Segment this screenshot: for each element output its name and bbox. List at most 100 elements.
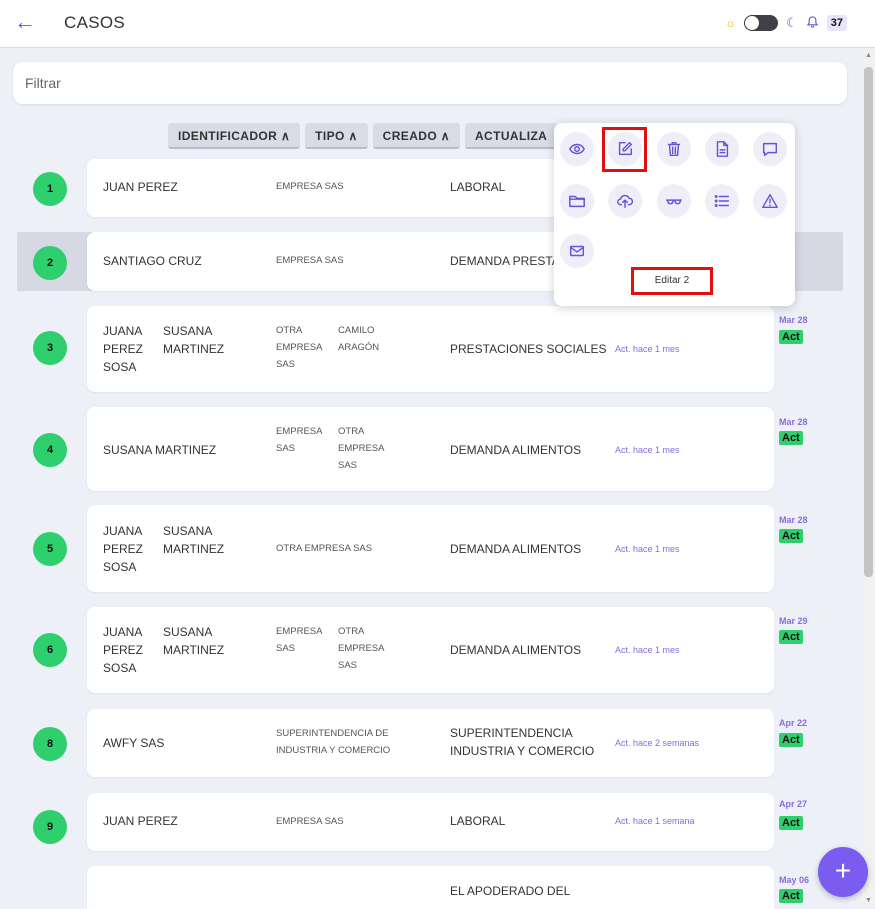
client-name: JUAN PEREZ bbox=[103, 180, 178, 194]
case-type: DEMANDA ALIMENTOS bbox=[450, 643, 582, 657]
sort-label: CREADO bbox=[382, 129, 438, 143]
eye-icon[interactable] bbox=[560, 132, 594, 166]
act-badge[interactable]: Act bbox=[779, 330, 803, 344]
toggle-knob bbox=[745, 16, 760, 30]
company-names: OTRA EMPRESA SAS CAMILO ARAGÓN bbox=[276, 322, 386, 373]
client-name: AWFY SAS bbox=[103, 736, 165, 750]
act-badge[interactable]: Act bbox=[779, 733, 803, 747]
case-type: PRESTACIONES SOCIALES bbox=[450, 342, 607, 356]
sort-creado-button[interactable]: CREADO ∧ bbox=[372, 123, 460, 149]
company-name: EMPRESA SAS bbox=[276, 816, 344, 827]
chat-icon[interactable] bbox=[753, 132, 787, 166]
case-card[interactable]: JUANA PEREZ SOSA SUSANA MARTINEZ OTRA EM… bbox=[87, 505, 774, 592]
case-number: 3 bbox=[33, 331, 67, 365]
sort-bar: IDENTIFICADOR ∧ TIPO ∧ CREADO ∧ ACTUALIZ… bbox=[168, 123, 558, 149]
glasses-icon[interactable] bbox=[657, 184, 691, 218]
back-arrow-icon[interactable]: ← bbox=[14, 10, 36, 34]
row-actions-popup: Editar 2 bbox=[554, 123, 795, 306]
case-number: 9 bbox=[33, 810, 67, 844]
created-date: Apr 27 bbox=[779, 799, 808, 809]
company-name: OTRA EMPRESA SAS bbox=[276, 543, 373, 554]
case-card[interactable]: EL APODERADO DEL bbox=[87, 866, 774, 909]
case-type: EL APODERADO DEL bbox=[450, 884, 571, 898]
sort-identificador-button[interactable]: IDENTIFICADOR ∧ bbox=[168, 123, 301, 149]
add-case-button[interactable]: + bbox=[818, 847, 868, 897]
moon-icon: ☾ bbox=[786, 15, 798, 30]
act-badge[interactable]: Act bbox=[779, 529, 803, 543]
sort-label: ACTUALIZA bbox=[474, 129, 548, 143]
sort-label: IDENTIFICADOR bbox=[178, 129, 278, 143]
company-name: EMPRESA SAS bbox=[276, 426, 322, 454]
case-type: LABORAL bbox=[450, 814, 506, 828]
page-title: CASOS bbox=[64, 13, 126, 32]
bell-icon[interactable] bbox=[806, 15, 819, 32]
client-name: SUSANA MARTINEZ bbox=[163, 524, 225, 556]
sort-label: TIPO bbox=[315, 129, 345, 143]
filter-input[interactable]: Filtrar bbox=[13, 62, 847, 104]
updated-text: Act. hace 1 mes bbox=[615, 544, 680, 554]
company-name: SUPERINTENDENCIA DE INDUSTRIA Y COMERCIO bbox=[276, 728, 391, 756]
sort-arrow-icon: ∧ bbox=[440, 129, 450, 143]
case-card[interactable]: SUSANA MARTINEZ EMPRESA SAS OTRA EMPRESA… bbox=[87, 407, 774, 491]
scroll-up-icon[interactable]: ▲ bbox=[865, 52, 872, 59]
case-card[interactable]: AWFY SAS SUPERINTENDENCIA DE INDUSTRIA Y… bbox=[87, 709, 774, 777]
document-icon[interactable] bbox=[705, 132, 739, 166]
client-name: JUANA PEREZ SOSA bbox=[103, 625, 144, 675]
case-number: 6 bbox=[33, 633, 67, 667]
company-name: EMPRESA SAS bbox=[276, 255, 344, 266]
client-name: SUSANA MARTINEZ bbox=[103, 443, 217, 457]
updated-text: Act. hace 1 mes bbox=[615, 344, 680, 354]
client-names: JUANA PEREZ SOSA SUSANA MARTINEZ bbox=[103, 623, 233, 677]
case-card[interactable]: JUAN PEREZ EMPRESA SAS LABORAL Act. hace… bbox=[87, 793, 774, 851]
company-name: OTRA EMPRESA SAS bbox=[338, 626, 384, 671]
case-number: 8 bbox=[33, 727, 67, 761]
case-number: 4 bbox=[33, 433, 67, 467]
client-name: JUANA PEREZ SOSA bbox=[103, 524, 144, 574]
case-number: 5 bbox=[33, 532, 67, 566]
sort-actualizado-button[interactable]: ACTUALIZA bbox=[464, 123, 558, 149]
act-badge[interactable]: Act bbox=[779, 630, 803, 644]
updated-text: Act. hace 1 mes bbox=[615, 645, 680, 655]
case-type: DEMANDA ALIMENTOS bbox=[450, 443, 582, 457]
company-name: OTRA EMPRESA SAS bbox=[338, 426, 384, 471]
sort-arrow-icon: ∧ bbox=[348, 129, 358, 143]
company-names: EMPRESA SAS OTRA EMPRESA SAS bbox=[276, 623, 390, 674]
case-type: DEMANDA PRESTAC bbox=[450, 254, 569, 268]
company-name: CAMILO ARAGÓN bbox=[338, 325, 380, 353]
created-date: Apr 22 bbox=[779, 718, 808, 728]
scrollbar-thumb[interactable] bbox=[864, 67, 873, 577]
list-icon[interactable] bbox=[705, 184, 739, 218]
client-name: SUSANA MARTINEZ bbox=[163, 324, 225, 356]
folder-icon[interactable] bbox=[560, 184, 594, 218]
act-badge[interactable]: Act bbox=[779, 431, 803, 445]
case-type: LABORAL bbox=[450, 180, 506, 194]
company-name: EMPRESA SAS bbox=[276, 181, 344, 192]
vertical-scrollbar[interactable]: ▲ ▼ bbox=[862, 49, 875, 907]
trash-icon[interactable] bbox=[657, 132, 691, 166]
theme-toggle[interactable] bbox=[744, 15, 779, 31]
case-number: 2 bbox=[33, 246, 67, 280]
client-names: JUANA PEREZ SOSA SUSANA MARTINEZ bbox=[103, 522, 233, 576]
header-controls: ☼ ☾ 37 bbox=[725, 12, 847, 34]
case-card[interactable]: JUANA PEREZ SOSA SUSANA MARTINEZ OTRA EM… bbox=[87, 306, 774, 392]
scroll-down-icon[interactable]: ▼ bbox=[865, 897, 872, 904]
company-names: EMPRESA SAS OTRA EMPRESA SAS bbox=[276, 423, 390, 474]
warning-icon[interactable] bbox=[753, 184, 787, 218]
notification-count-badge[interactable]: 37 bbox=[826, 15, 847, 31]
case-number: 1 bbox=[33, 172, 67, 206]
app-header: ← CASOS ☼ ☾ 37 bbox=[0, 0, 875, 48]
created-date: May 06 bbox=[779, 875, 810, 885]
sort-tipo-button[interactable]: TIPO ∧ bbox=[305, 123, 368, 149]
client-name: SANTIAGO CRUZ bbox=[103, 254, 202, 268]
company-name: EMPRESA SAS bbox=[276, 626, 322, 654]
updated-text: Act. hace 1 semana bbox=[615, 816, 695, 826]
client-name: SUSANA MARTINEZ bbox=[163, 625, 225, 657]
act-badge[interactable]: Act bbox=[779, 816, 803, 830]
case-card[interactable]: JUANA PEREZ SOSA SUSANA MARTINEZ EMPRESA… bbox=[87, 607, 774, 693]
updated-text: Act. hace 1 mes bbox=[615, 445, 680, 455]
case-type: DEMANDA ALIMENTOS bbox=[450, 542, 582, 556]
cloud-upload-icon[interactable] bbox=[608, 184, 642, 218]
mail-icon[interactable] bbox=[560, 234, 594, 268]
act-badge[interactable]: Act bbox=[779, 889, 803, 903]
created-date: Mar 29 bbox=[779, 616, 808, 626]
